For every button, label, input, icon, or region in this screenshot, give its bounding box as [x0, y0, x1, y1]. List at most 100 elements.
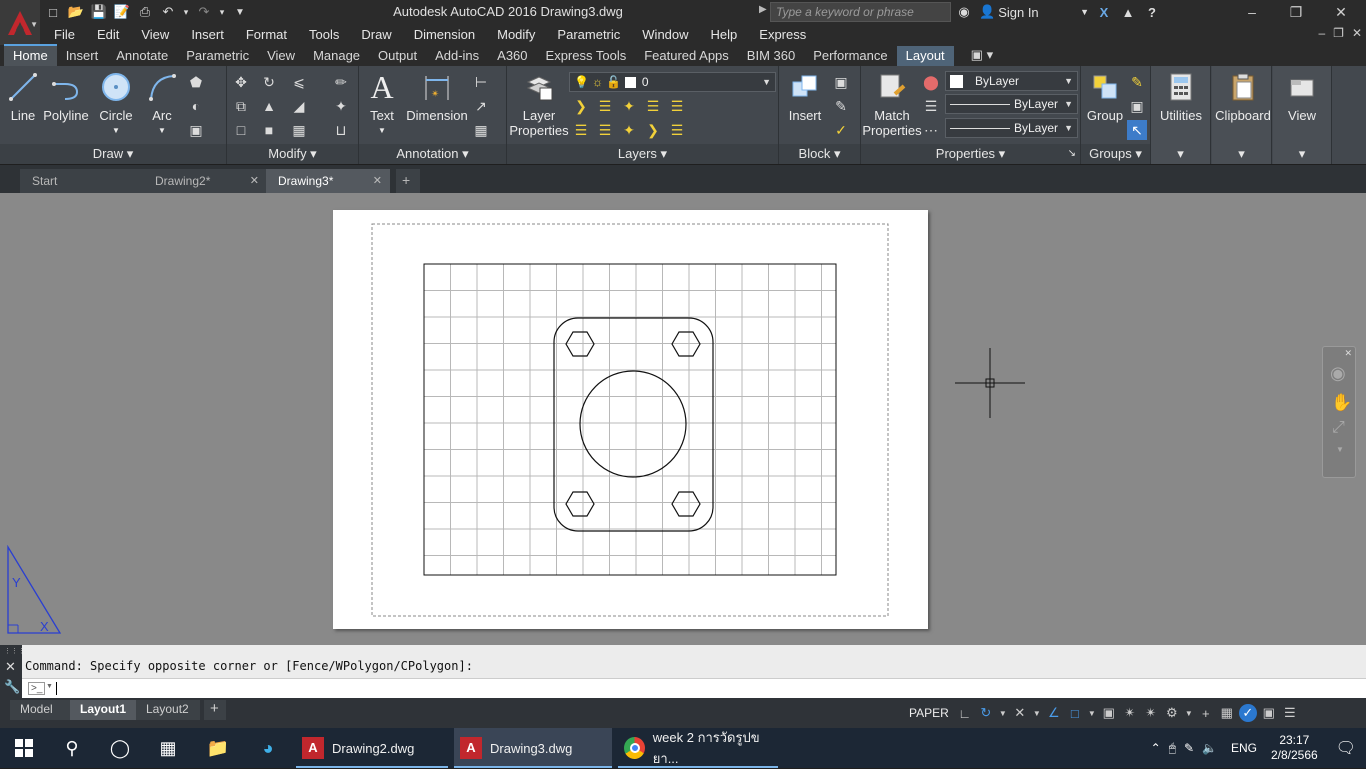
close-icon[interactable]: ✕ [373, 174, 382, 187]
file-explorer-icon[interactable]: 📁 [194, 728, 242, 768]
properties-panel-title[interactable]: Properties ▾ ↘ [861, 144, 1080, 164]
dialog-launcher-icon[interactable]: ↘ [1068, 144, 1076, 164]
utilities-panel[interactable]: Utilities ▾ [1151, 66, 1211, 164]
leader-icon[interactable]: ↗ [471, 96, 491, 116]
doc-minimize-icon[interactable]: – [1318, 26, 1325, 40]
pan-hand-icon[interactable]: ✋ [1331, 393, 1352, 413]
tab-featured-apps[interactable]: Featured Apps [635, 46, 738, 66]
close-icon[interactable]: ✕ [1344, 348, 1352, 359]
search-expand-icon[interactable]: ▶ [759, 4, 767, 15]
stretch-icon[interactable]: □ [231, 120, 251, 140]
layer-tool-6-icon[interactable]: ☰ [571, 120, 591, 140]
menu-dimension[interactable]: Dimension [414, 27, 475, 42]
cortana-icon[interactable]: ◯ [96, 728, 144, 768]
menu-window[interactable]: Window [642, 27, 688, 42]
block-attributes-icon[interactable]: ✓ [831, 120, 851, 140]
insert-button[interactable]: Insert [783, 70, 827, 123]
table-icon[interactable]: ▦ [471, 120, 491, 140]
menu-view[interactable]: View [141, 27, 169, 42]
edit-block-icon[interactable]: ✎ [831, 96, 851, 116]
modify-panel-title[interactable]: Modify ▾ [227, 144, 358, 164]
tab-annotate[interactable]: Annotate [107, 46, 177, 66]
new-layout-button[interactable]: + [204, 700, 226, 720]
file-tab-drawing3[interactable]: Drawing3* ✕ [266, 169, 390, 193]
viewport-scale-icon[interactable]: ▣ [1100, 704, 1118, 722]
taskbar-app-drawing2[interactable]: A Drawing2.dwg [296, 728, 448, 768]
text-button[interactable]: A Text ▼ [365, 70, 399, 138]
customize-qat-icon[interactable]: ▼ [231, 3, 249, 21]
chevron-down-icon[interactable]: ▼ [1087, 704, 1097, 722]
copy-icon[interactable]: ⧉ [231, 96, 251, 116]
tab-manage[interactable]: Manage [304, 46, 369, 66]
layer-dropdown[interactable]: 💡 ☼ 🔓 0 ▼ [569, 72, 776, 92]
erase-icon[interactable]: ✏ [331, 72, 351, 92]
chevron-down-icon[interactable]: ▼ [46, 683, 53, 690]
tab-view[interactable]: View [258, 46, 304, 66]
new-tab-button[interactable]: + [396, 169, 420, 193]
taskbar-app-drawing3[interactable]: A Drawing3.dwg [454, 728, 612, 768]
edge-browser-icon[interactable]: ◕ [244, 728, 292, 768]
layout-tab-layout1[interactable]: Layout1 [70, 700, 136, 720]
workspace-gear-icon[interactable]: ⚙ [1163, 704, 1181, 722]
network-icon[interactable]: 🖱 [1169, 741, 1176, 756]
isolate-objects-icon[interactable]: ▦ [1218, 704, 1236, 722]
tab-home[interactable]: Home [4, 44, 57, 66]
view-expand-icon[interactable]: ▾ [1273, 144, 1331, 164]
match-properties-button[interactable]: Match Properties [862, 70, 922, 138]
redo-dropdown-icon[interactable]: ▾ [218, 3, 226, 21]
sign-in-button[interactable]: 👤 Sign In ▼ [979, 4, 1089, 20]
volume-icon[interactable]: 🔈 [1202, 741, 1217, 755]
application-menu-button[interactable]: ▼ [0, 0, 40, 45]
drawing-canvas[interactable]: Y X ✕ ◉ ✋ ⤢ ▼ [0, 193, 1366, 645]
plus-icon[interactable]: + [1197, 704, 1215, 722]
layer-tool-10-icon[interactable]: ☰ [667, 120, 687, 140]
menu-express[interactable]: Express [759, 27, 806, 42]
command-input[interactable]: >_ ▼ [22, 678, 1366, 698]
command-prompt-icon[interactable]: >_ [28, 682, 46, 695]
object-snap-icon[interactable]: □ [1066, 704, 1084, 722]
input-language[interactable]: ENG [1231, 741, 1257, 755]
rectangle-icon[interactable]: ▣ [186, 120, 206, 140]
ribbon-display-toggle-icon[interactable]: ▣ ▾ [962, 45, 1002, 66]
tab-a360[interactable]: A360 [488, 46, 536, 66]
restore-button[interactable]: ❐ [1273, 0, 1319, 24]
utilities-button[interactable]: Utilities [1155, 70, 1207, 123]
wrench-icon[interactable]: 🔧 [4, 679, 20, 695]
menu-format[interactable]: Format [246, 27, 287, 42]
move-icon[interactable]: ✥ [231, 72, 251, 92]
annotation-scale-icon[interactable]: ✴ [1121, 704, 1139, 722]
offset-icon[interactable]: ⊔ [331, 120, 351, 140]
lineweight-dropdown[interactable]: ByLayer ▼ [945, 94, 1078, 114]
task-view-icon[interactable]: ▦ [144, 728, 192, 768]
clean-screen-icon[interactable]: ▣ [1260, 704, 1278, 722]
hardware-acceleration-icon[interactable]: ✓ [1238, 704, 1257, 722]
create-block-icon[interactable]: ▣ [831, 72, 851, 92]
linetype-dropdown[interactable]: ByLayer ▼ [945, 118, 1078, 138]
layer-tool-1-icon[interactable]: ❯ [571, 96, 591, 116]
polygon-icon[interactable]: ⬟ [186, 72, 206, 92]
chevron-down-icon[interactable]: ▼ [1184, 704, 1194, 722]
close-button[interactable]: ✕ [1318, 0, 1364, 24]
close-icon[interactable]: ✕ [5, 659, 16, 675]
chevron-down-icon[interactable]: ▼ [1032, 704, 1042, 722]
group-button[interactable]: Group [1085, 70, 1125, 123]
menu-parametric[interactable]: Parametric [557, 27, 620, 42]
binoculars-icon[interactable]: ◉ [955, 3, 973, 21]
zoom-extents-icon[interactable]: ⤢ [1332, 419, 1345, 437]
polar-tracking-icon[interactable]: ✕ [1011, 704, 1029, 722]
layer-tool-3-icon[interactable]: ✦ [619, 96, 639, 116]
dimension-button[interactable]: ✴ Dimension [405, 70, 469, 123]
tab-add-ins[interactable]: Add-ins [426, 46, 488, 66]
steering-wheel-icon[interactable]: ◉ [1330, 363, 1346, 384]
line-button[interactable]: Line [6, 70, 40, 123]
windows-start-icon[interactable] [0, 728, 48, 768]
explode-icon[interactable]: ✦ [331, 96, 351, 116]
undo-dropdown-icon[interactable]: ▾ [182, 3, 190, 21]
mirror-icon[interactable]: ▲ [259, 96, 279, 116]
clock[interactable]: 23:17 2/8/2566 [1271, 733, 1318, 763]
tab-layout[interactable]: Layout [896, 46, 954, 66]
clipboard-panel[interactable]: Clipboard ▾ [1212, 66, 1272, 164]
search-input[interactable]: Type a keyword or phrase [770, 2, 951, 22]
notifications-icon[interactable]: 🗨 [1336, 738, 1356, 758]
view-panel[interactable]: View ▾ [1273, 66, 1332, 164]
